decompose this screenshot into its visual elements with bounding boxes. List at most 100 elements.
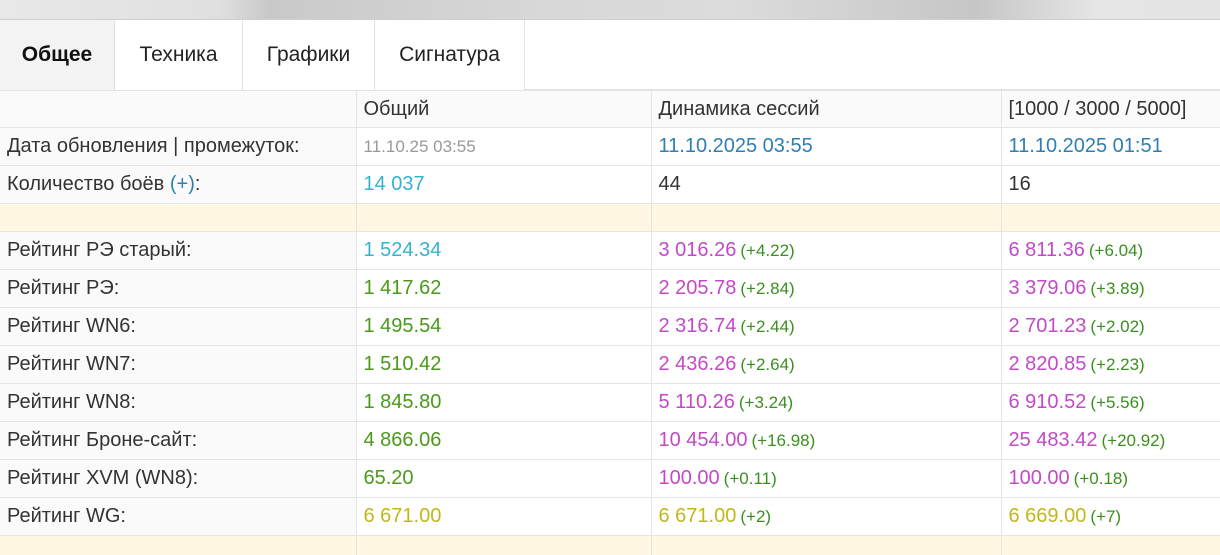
- header-ranges-link[interactable]: [1000 / 3000 / 5000]: [1000, 90, 1220, 128]
- battles-count-colon: :: [194, 173, 201, 195]
- rating-ranges-delta: (+7): [1090, 507, 1122, 526]
- update-date-row: Дата обновления | промежуток: 11.10.25 0…: [0, 127, 1220, 166]
- rating-ranges-value: 6 811.36: [1008, 239, 1085, 261]
- rating-ranges-cell: 6 669.00 (+7): [1000, 497, 1220, 536]
- rating-sessions-delta: (+2.44): [740, 317, 795, 336]
- battles-count-label-cell: Количество боёв (+):: [0, 165, 357, 204]
- tab-vehicles[interactable]: Техника: [115, 20, 243, 90]
- spacer-cell: [1000, 535, 1220, 555]
- rating-label: Рейтинг XVM (WN8):: [0, 459, 357, 498]
- rating-sessions-cell: 2 316.74 (+2.44): [650, 307, 1002, 346]
- spacer-row: [0, 203, 1220, 232]
- rating-ranges-value: 25 483.42: [1008, 429, 1098, 451]
- rating-sessions-value: 10 454.00: [658, 429, 748, 451]
- rating-sessions-value: 3 016.26: [658, 239, 737, 261]
- rating-label: Рейтинг РЭ:: [0, 269, 357, 308]
- rating-ranges-value: 3 379.06: [1008, 277, 1087, 299]
- rating-sessions-cell: 10 454.00 (+16.98): [650, 421, 1002, 460]
- rating-total: 65.20: [355, 459, 652, 498]
- rating-sessions-delta: (+0.11): [723, 469, 777, 488]
- rating-label: Рейтинг WG:: [0, 497, 357, 536]
- rating-total: 4 866.06: [355, 421, 652, 460]
- spacer-cell: [0, 203, 357, 232]
- rating-sessions-delta: (+4.22): [740, 241, 795, 260]
- battles-count-label: Количество боёв: [7, 173, 165, 195]
- rating-total: 1 845.80: [355, 383, 652, 422]
- spacer-cell: [650, 203, 1002, 232]
- rating-sessions-cell: 6 671.00 (+2): [650, 497, 1002, 536]
- rating-sessions-value: 5 110.26: [658, 391, 735, 413]
- rating-sessions-value: 2 316.74: [658, 315, 737, 337]
- rating-sessions-cell: 5 110.26 (+3.24): [650, 383, 1002, 422]
- rating-label: Рейтинг WN7:: [0, 345, 357, 384]
- update-date-sessions-link[interactable]: 11.10.2025 03:55: [650, 127, 1002, 166]
- rating-sessions-value: 2 436.26: [658, 353, 737, 375]
- rating-sessions-delta: (+2.84): [740, 279, 795, 298]
- rating-row-wn6: Рейтинг WN6: 1 495.54 2 316.74 (+2.44) 2 …: [0, 307, 1220, 346]
- battles-count-total: 14 037: [355, 165, 652, 204]
- rating-total: 6 671.00: [355, 497, 652, 536]
- rating-ranges-cell: 6 910.52 (+5.56): [1000, 383, 1220, 422]
- rating-row-wn7: Рейтинг WN7: 1 510.42 2 436.26 (+2.64) 2 …: [0, 345, 1220, 384]
- rating-ranges-cell: 2 820.85 (+2.23): [1000, 345, 1220, 384]
- rating-ranges-delta: (+2.23): [1090, 355, 1145, 374]
- tab-bar-filler: [525, 20, 1220, 89]
- spacer-cell: [355, 535, 652, 555]
- header-empty-cell: [0, 90, 357, 128]
- header-total: Общий: [355, 90, 652, 128]
- tab-bar: Общее Техника Графики Сигнатура: [0, 20, 1220, 90]
- battles-count-row: Количество боёв (+): 14 037 44 16: [0, 165, 1220, 204]
- rating-ranges-delta: (+2.02): [1090, 317, 1145, 336]
- rating-ranges-delta: (+20.92): [1101, 431, 1166, 450]
- battles-count-sessions: 44: [650, 165, 1002, 204]
- header-sessions: Динамика сессий: [650, 90, 1002, 128]
- rating-ranges-cell: 25 483.42 (+20.92): [1000, 421, 1220, 460]
- rating-total: 1 524.34: [355, 231, 652, 270]
- battles-count-ranges: 16: [1000, 165, 1220, 204]
- rating-sessions-value: 100.00: [658, 467, 720, 489]
- table-header-row: Общий Динамика сессий [1000 / 3000 / 500…: [0, 90, 1220, 128]
- rating-label: Рейтинг Броне-сайт:: [0, 421, 357, 460]
- spacer-cell: [650, 535, 1002, 555]
- rating-sessions-cell: 3 016.26 (+4.22): [650, 231, 1002, 270]
- spacer-cell: [1000, 203, 1220, 232]
- rating-label: Рейтинг WN8:: [0, 383, 357, 422]
- rating-ranges-cell: 6 811.36 (+6.04): [1000, 231, 1220, 270]
- rating-total: 1 495.54: [355, 307, 652, 346]
- rating-ranges-value: 2 820.85: [1008, 353, 1087, 375]
- spacer-cell: [355, 203, 652, 232]
- rating-label: Рейтинг WN6:: [0, 307, 357, 346]
- top-banner-strip: [0, 0, 1220, 20]
- spacer-row: [0, 535, 1220, 555]
- rating-row-armor-site: Рейтинг Броне-сайт: 4 866.06 10 454.00 (+…: [0, 421, 1220, 460]
- rating-sessions-value: 6 671.00: [658, 505, 737, 527]
- spacer-cell: [0, 535, 357, 555]
- rating-ranges-delta: (+5.56): [1090, 393, 1145, 412]
- rating-total: 1 510.42: [355, 345, 652, 384]
- rating-row-wn8: Рейтинг WN8: 1 845.80 5 110.26 (+3.24) 6 …: [0, 383, 1220, 422]
- rating-label: Рейтинг РЭ старый:: [0, 231, 357, 270]
- rating-sessions-cell: 100.00 (+0.11): [650, 459, 1002, 498]
- rating-ranges-cell: 100.00 (+0.18): [1000, 459, 1220, 498]
- rating-sessions-value: 2 205.78: [658, 277, 737, 299]
- update-date-total: 11.10.25 03:55: [355, 127, 652, 166]
- tab-signature[interactable]: Сигнатура: [375, 20, 525, 90]
- tab-general[interactable]: Общее: [0, 20, 115, 90]
- rating-ranges-cell: 3 379.06 (+3.89): [1000, 269, 1220, 308]
- rating-row-xvm: Рейтинг XVM (WN8): 65.20 100.00 (+0.11) 1…: [0, 459, 1220, 498]
- rating-ranges-value: 6 910.52: [1008, 391, 1087, 413]
- battles-add-link[interactable]: (+): [170, 173, 195, 195]
- rating-row-wg: Рейтинг WG: 6 671.00 6 671.00 (+2) 6 669.…: [0, 497, 1220, 536]
- rating-row-re: Рейтинг РЭ: 1 417.62 2 205.78 (+2.84) 3 3…: [0, 269, 1220, 308]
- rating-ranges-value: 6 669.00: [1008, 505, 1087, 527]
- rating-ranges-cell: 2 701.23 (+2.02): [1000, 307, 1220, 346]
- update-date-ranges-link[interactable]: 11.10.2025 01:51: [1000, 127, 1220, 166]
- tab-charts[interactable]: Графики: [243, 20, 375, 90]
- rating-ranges-value: 100.00: [1008, 467, 1070, 489]
- rating-total: 1 417.62: [355, 269, 652, 308]
- rating-ranges-delta: (+3.89): [1090, 279, 1145, 298]
- rating-ranges-value: 2 701.23: [1008, 315, 1087, 337]
- rating-sessions-cell: 2 436.26 (+2.64): [650, 345, 1002, 384]
- rating-sessions-delta: (+2.64): [740, 355, 795, 374]
- rating-ranges-delta: (+6.04): [1088, 241, 1144, 260]
